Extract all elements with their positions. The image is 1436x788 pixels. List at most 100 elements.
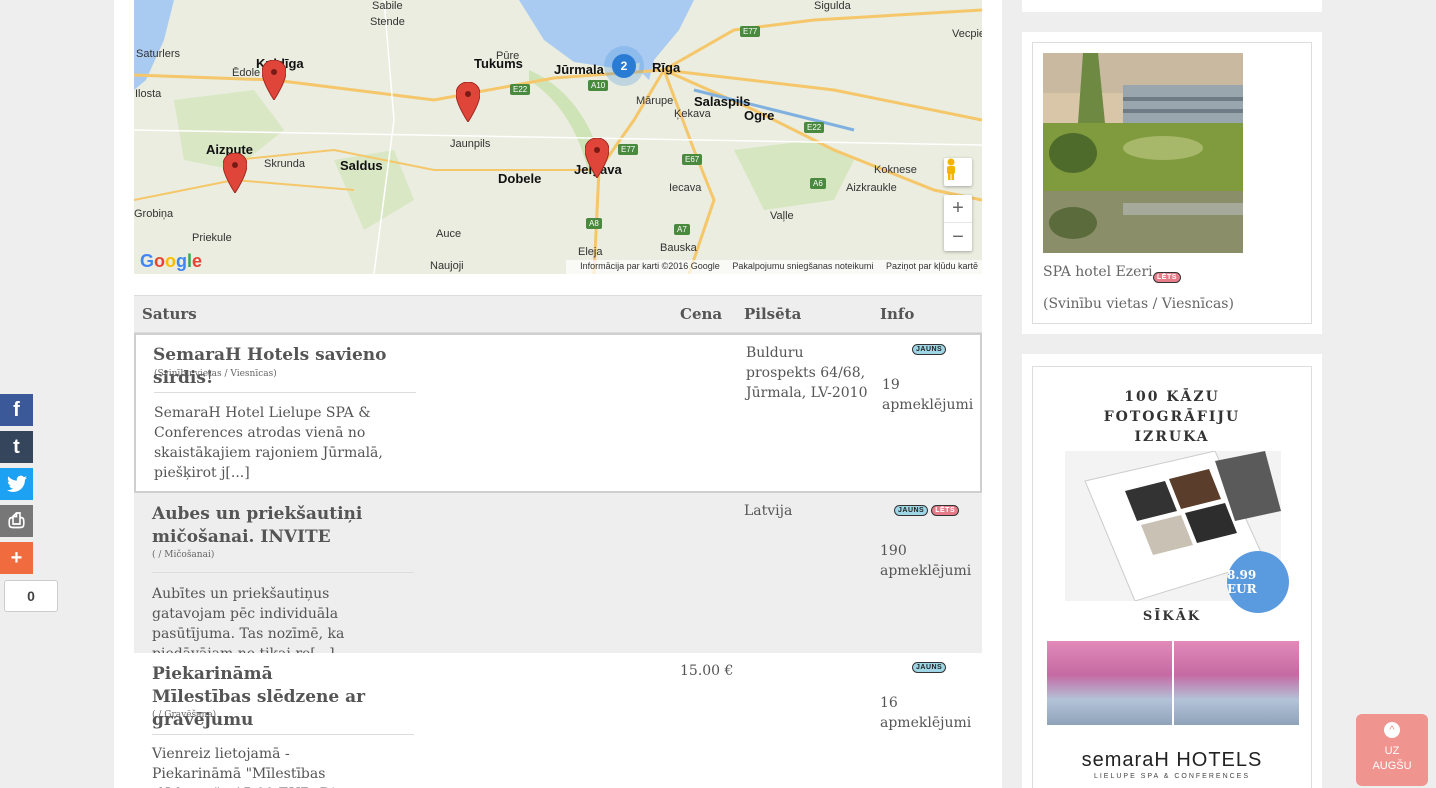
google-logo[interactable]: Google	[140, 251, 202, 272]
road-badge: A7	[674, 224, 690, 235]
map-town: Eleja	[578, 246, 603, 258]
map-town: Auce	[436, 228, 462, 240]
sidebar-widget	[1022, 0, 1322, 12]
map-report-link[interactable]: Paziņot par kļūdu kartē	[886, 261, 978, 271]
photo-album-image: 8.99 EUR	[1065, 450, 1289, 613]
share-toolbar: f t ⎙ +	[0, 394, 34, 579]
facebook-share-button[interactable]: f	[0, 394, 33, 426]
map-town: Mārupe	[636, 95, 674, 107]
table-row[interactable]: Aubes un priekšautiņi mičošanai. INVITE …	[134, 493, 982, 662]
road-badge: E22	[804, 122, 825, 133]
sidebar-advertisement[interactable]: 100 KĀZU FOTOGRĀFIJU IZRUKA 8.99 EUR SĪK…	[1022, 354, 1322, 788]
map[interactable]: Stende Pūre Ēdole Ilosta Saturlers Skrun…	[134, 0, 982, 274]
map-background	[134, 0, 982, 274]
hotel-image[interactable]	[1043, 53, 1243, 253]
map-town: Koknese	[874, 164, 917, 176]
twitter-share-button[interactable]	[0, 468, 33, 500]
new-badge: JAUNS	[894, 505, 929, 516]
semarah-logo: semaraH HOTELS	[1081, 749, 1263, 771]
map-marker-icon[interactable]	[262, 60, 286, 100]
listing-category: ( / Gravēšana)	[152, 710, 217, 720]
map-town: Bauska	[660, 242, 697, 254]
road-badge: E22	[510, 84, 531, 95]
header-info[interactable]: Info	[880, 305, 914, 323]
listing-title-link[interactable]: Aubes un priekšautiņi mičošanai. INVITE	[152, 503, 372, 549]
map-city: Tukums	[474, 56, 523, 71]
listing-price: 15.00 €	[680, 663, 734, 679]
listing-visits: 19 apmeklējumi	[882, 377, 974, 413]
tumblr-share-button[interactable]: t	[0, 431, 33, 463]
map-town: Naujoji	[430, 260, 464, 272]
zoom-in-button[interactable]: +	[944, 195, 972, 223]
cheap-badge: LĒTS	[1153, 272, 1181, 283]
listing-description: Aubītes un priekšautiņus gatavojam pēc i…	[152, 586, 345, 662]
map-town: Vaļle	[770, 210, 794, 222]
map-town: Iecava	[669, 182, 702, 194]
print-icon: ⎙	[8, 509, 25, 532]
listing-category: ( / Mičošanai)	[152, 550, 215, 560]
map-city: Jūrmala	[554, 62, 604, 77]
listing-description: SemaraH Hotel Lielupe SPA & Conferences …	[154, 405, 383, 481]
map-town: Aizkraukle	[846, 182, 897, 194]
map-terms-link[interactable]: Pakalpojumu sniegšanas noteikumi	[732, 261, 873, 271]
map-town: Priekule	[192, 232, 232, 244]
map-city: Ogre	[744, 108, 775, 123]
ad-price-badge: 8.99 EUR	[1227, 551, 1289, 613]
more-share-button[interactable]: +	[0, 542, 33, 574]
zoom-out-button[interactable]: −	[944, 223, 972, 251]
new-badge: JAUNS	[912, 344, 947, 355]
street-view-pegman-icon[interactable]	[944, 158, 972, 186]
road-badge: A8	[586, 218, 602, 229]
map-city: Salaspils	[694, 94, 751, 109]
hotel-category: (Svinību vietas / Viesnīcas)	[1043, 296, 1234, 312]
ad-more-link[interactable]: SĪKĀK	[1033, 609, 1311, 624]
map-town: Ķekava	[674, 108, 711, 120]
map-data-link[interactable]: Informācija par karti ©2016 Google	[580, 261, 720, 271]
map-town: Vecpie	[952, 28, 982, 40]
map-city: Saldus	[340, 158, 383, 173]
table-row[interactable]: Piekarināmā Mīlestības slēdzene ar gravē…	[134, 653, 982, 788]
listing-visits: 16 apmeklējumi	[880, 695, 972, 731]
header-content[interactable]: Saturs	[142, 305, 197, 323]
header-price[interactable]: Cena	[680, 305, 722, 323]
map-attribution: Informācija par karti ©2016 Google Pakal…	[566, 260, 982, 274]
road-badge: E67	[682, 154, 703, 165]
listing-category: (Svinību vietas / Viesnīcas)	[154, 369, 277, 379]
listing-description: Vienreiz lietojamā - Piekarināmā "Mīlest…	[152, 746, 353, 788]
map-town: Sabile	[372, 0, 403, 12]
map-marker-icon[interactable]	[223, 153, 247, 193]
map-town: Saturlers	[136, 48, 181, 60]
road-badge: A6	[810, 178, 826, 189]
map-marker-icon[interactable]	[456, 82, 480, 122]
road-badge: E77	[740, 26, 761, 37]
venue-photo	[1174, 641, 1299, 725]
divider	[152, 572, 414, 573]
map-city: Rīga	[652, 60, 681, 75]
header-city[interactable]: Pilsēta	[744, 305, 801, 323]
map-zoom-control: + −	[944, 195, 972, 251]
back-to-top-button[interactable]: ^ UZ AUGŠU	[1356, 714, 1428, 786]
twitter-icon	[6, 475, 27, 492]
map-marker-icon[interactable]	[585, 138, 609, 178]
map-cluster-marker[interactable]: 2	[604, 46, 644, 86]
listing-title-link[interactable]: SemaraH Hotels savieno sirdis!	[153, 344, 413, 390]
venue-photo	[1047, 641, 1172, 725]
listing-city: Latvija	[744, 503, 793, 519]
divider	[154, 392, 416, 393]
road-badge: A10	[588, 80, 609, 91]
cluster-count: 2	[612, 54, 636, 78]
cheap-badge: LĒTS	[931, 505, 960, 516]
hotel-name-link[interactable]: SPA hotel Ezeri	[1043, 264, 1153, 280]
listing-title-link[interactable]: Piekarināmā Mīlestības slēdzene ar gravē…	[152, 663, 372, 732]
map-town: Stende	[370, 16, 405, 28]
print-button[interactable]: ⎙	[0, 505, 33, 537]
map-town: Grobiņa	[134, 208, 174, 220]
share-counter: 0	[4, 580, 58, 612]
listing-city: Bulduru prospekts 64/68, Jūrmala, LV-201…	[746, 345, 868, 401]
road-badge: E77	[618, 144, 639, 155]
new-badge: JAUNS	[912, 662, 947, 673]
table-row[interactable]: SemaraH Hotels savieno sirdis! (Svinību …	[134, 333, 982, 493]
divider	[152, 734, 414, 735]
map-town: Ilosta	[135, 88, 162, 100]
ad-title: 100 KĀZU FOTOGRĀFIJU IZRUKA	[1103, 389, 1241, 445]
